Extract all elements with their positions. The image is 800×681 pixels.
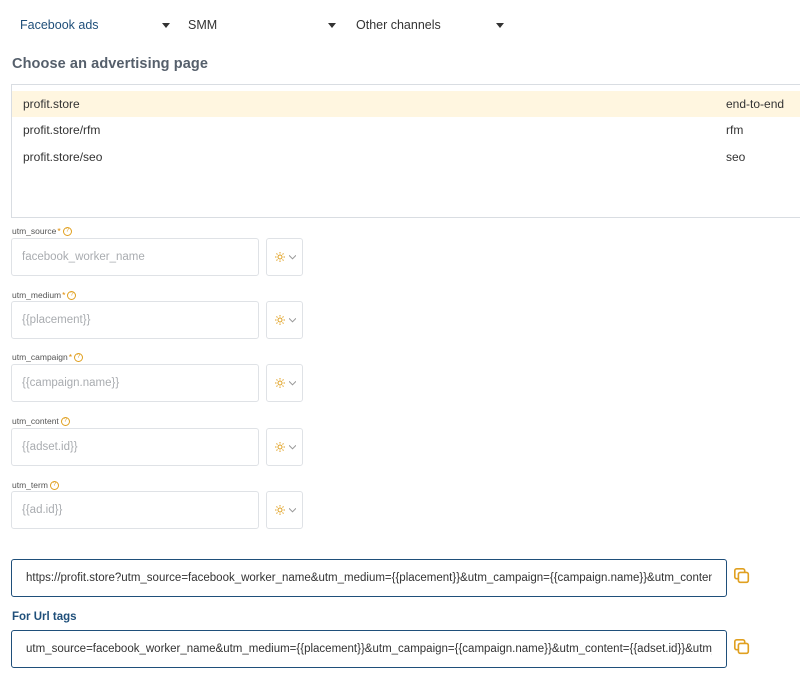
help-icon[interactable]: ? xyxy=(60,416,70,426)
help-icon[interactable]: ? xyxy=(49,480,59,490)
generated-url-field[interactable]: https://profit.store?utm_source=facebook… xyxy=(11,559,727,597)
tab-smm[interactable]: SMM xyxy=(188,8,336,42)
generated-url-text: https://profit.store?utm_source=facebook… xyxy=(26,572,712,584)
caret-down-icon xyxy=(328,23,336,28)
page-row-profit-store-rfm[interactable]: profit.store/rfm rfm xyxy=(12,117,800,143)
page-tag: end-to-end xyxy=(726,97,785,111)
utm-campaign-label: utm_campaign *? xyxy=(12,352,84,362)
channel-tabs: Facebook ads SMM Other channels xyxy=(0,8,800,42)
page-tag: rfm xyxy=(726,123,744,137)
tab-label: Other channels xyxy=(356,18,441,32)
utm-medium-settings-button[interactable] xyxy=(266,301,303,339)
tab-label: Facebook ads xyxy=(20,18,99,32)
required-mark: * xyxy=(57,226,61,236)
help-icon[interactable]: ? xyxy=(62,226,72,236)
utm-term-settings-button[interactable] xyxy=(266,491,303,529)
help-icon[interactable]: ? xyxy=(67,290,77,300)
page-row-profit-store[interactable]: profit.store end-to-end xyxy=(12,91,800,117)
page-tag: seo xyxy=(726,150,746,164)
page-row-profit-store-seo[interactable]: profit.store/seo seo xyxy=(12,144,800,170)
gear-icon xyxy=(274,505,285,515)
utm-term-label: utm_term? xyxy=(12,480,59,490)
copy-icon[interactable] xyxy=(733,567,751,585)
utm-campaign-input[interactable] xyxy=(11,364,259,402)
utm-campaign-settings-button[interactable] xyxy=(266,364,303,402)
caret-down-icon xyxy=(496,23,504,28)
chevron-down-icon xyxy=(288,444,296,450)
gear-icon xyxy=(274,315,285,325)
caret-down-icon xyxy=(162,23,170,28)
field-label-text: utm_term xyxy=(12,480,48,490)
utm-source-label: utm_source *? xyxy=(12,226,72,236)
field-label-text: utm_campaign xyxy=(12,352,68,362)
copy-icon[interactable] xyxy=(733,638,751,656)
required-mark: * xyxy=(62,290,66,300)
page-url: profit.store xyxy=(23,97,80,111)
url-tags-field[interactable]: utm_source=facebook_worker_name&utm_medi… xyxy=(11,630,727,668)
utm-content-settings-button[interactable] xyxy=(266,428,303,466)
field-label-text: utm_content xyxy=(12,416,59,426)
gear-icon xyxy=(274,252,285,262)
tab-label: SMM xyxy=(188,18,218,32)
gear-icon xyxy=(274,442,285,452)
utm-medium-input[interactable] xyxy=(11,301,259,339)
chevron-down-icon xyxy=(288,254,296,260)
page-url: profit.store/seo xyxy=(23,150,103,164)
utm-source-settings-button[interactable] xyxy=(266,238,303,276)
required-mark: * xyxy=(68,352,73,362)
utm-content-input[interactable] xyxy=(11,428,259,466)
url-tags-heading: For Url tags xyxy=(12,611,77,623)
tab-other-channels[interactable]: Other channels xyxy=(356,8,504,42)
page-url: profit.store/rfm xyxy=(23,123,101,137)
utm-medium-label: utm_medium *? xyxy=(12,290,77,300)
gear-icon xyxy=(274,378,285,388)
chevron-down-icon xyxy=(288,507,296,513)
advertising-page-list: profit.store end-to-end profit.store/rfm… xyxy=(11,84,800,218)
url-tags-text: utm_source=facebook_worker_name&utm_medi… xyxy=(26,643,712,655)
field-label-text: utm_source xyxy=(12,226,57,236)
tab-facebook-ads[interactable]: Facebook ads xyxy=(20,8,170,42)
help-icon[interactable]: ? xyxy=(74,352,84,362)
chevron-down-icon xyxy=(288,317,296,323)
utm-term-input[interactable] xyxy=(11,491,259,529)
chevron-down-icon xyxy=(288,380,296,386)
utm-content-label: utm_content? xyxy=(12,416,70,426)
utm-source-input[interactable] xyxy=(11,238,259,276)
field-label-text: utm_medium xyxy=(12,290,62,300)
page-title: Choose an advertising page xyxy=(12,56,208,72)
